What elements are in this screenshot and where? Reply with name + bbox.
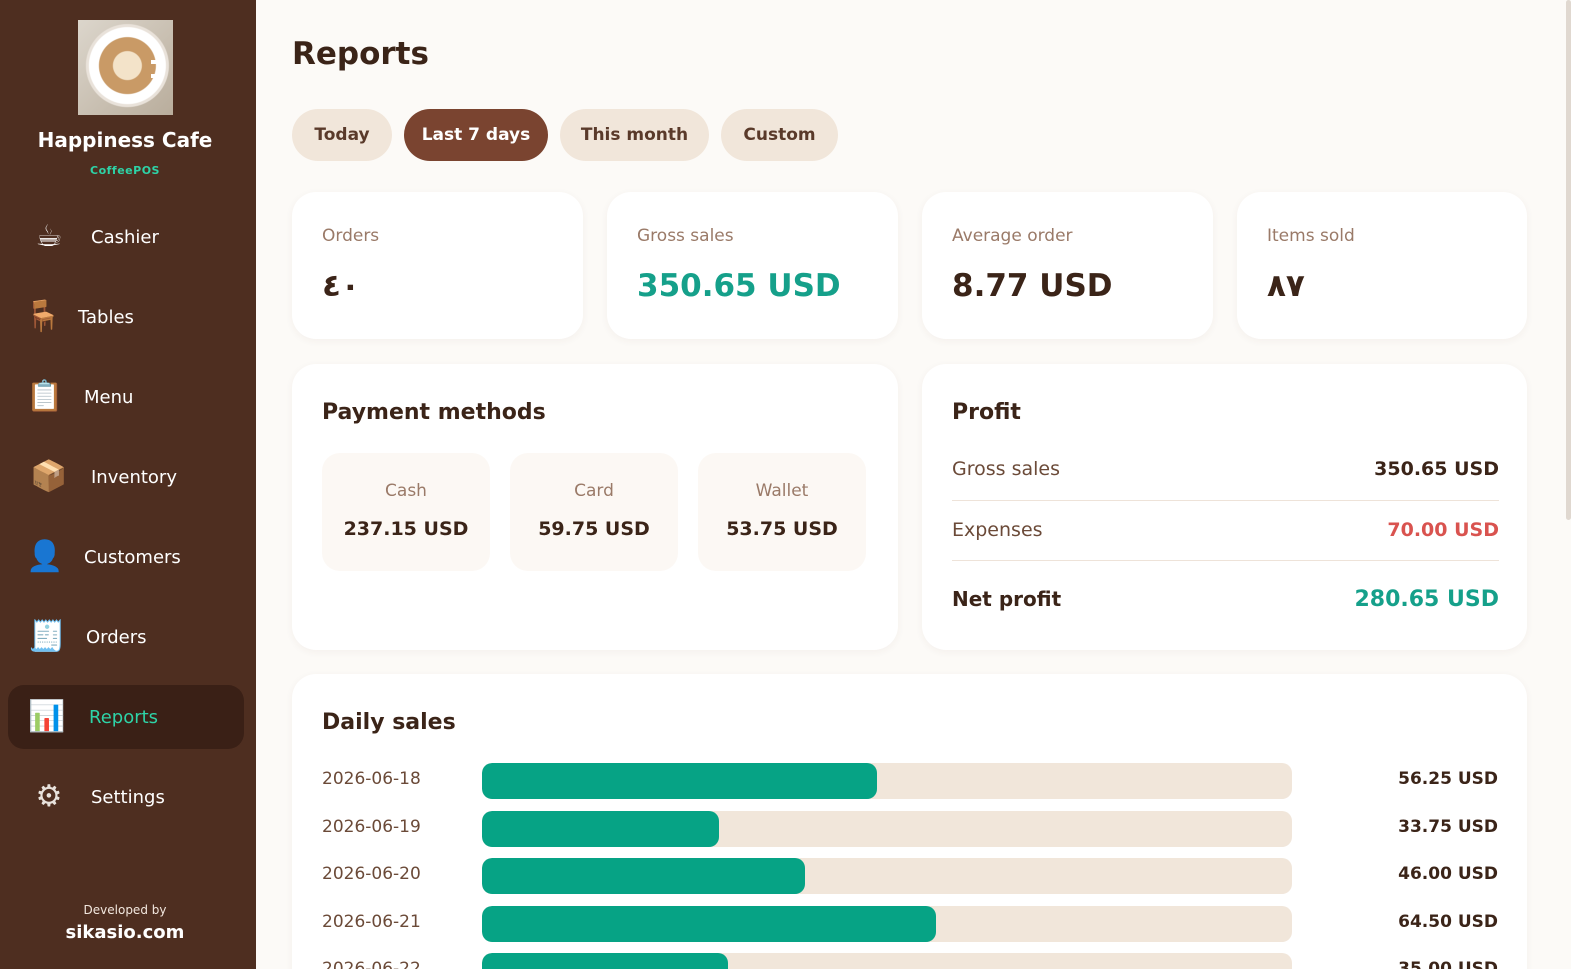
stat-card-gross-sales: Gross sales 350.65 USD <box>607 192 898 339</box>
sidebar-item-label: Menu <box>84 386 134 408</box>
receipt-icon: 🧾 <box>28 619 66 654</box>
sidebar: Happiness Cafe CoffeePOS ☕ Cashier 🪑 Tab… <box>0 0 256 969</box>
daily-bar-track <box>482 858 1292 894</box>
sidebar-item-reports[interactable]: 📊 Reports <box>8 685 244 749</box>
filter-today-button[interactable]: Today <box>292 109 392 161</box>
stat-label: Average order <box>952 226 1073 246</box>
stat-card-orders: Orders ٤٠ <box>292 192 583 339</box>
daily-amount: 33.75 USD <box>1398 816 1498 837</box>
payment-card: Card 59.75 USD <box>510 453 678 571</box>
stat-label: Orders <box>322 226 380 246</box>
sidebar-item-settings[interactable]: ⚙ Settings <box>8 765 244 829</box>
daily-sales-row: 2026-06-21 64.50 USD <box>322 905 1498 942</box>
daily-sales-card: Daily sales 2026-06-18 56.25 USD 2026-06-1… <box>292 674 1527 969</box>
payment-value: 53.75 USD <box>726 518 838 540</box>
stat-card-items-sold: Items sold ٨٧ <box>1237 192 1527 339</box>
sidebar-item-label: Reports <box>89 706 159 728</box>
profit-label: Expenses <box>952 519 1043 541</box>
developed-by-label: Developed by <box>83 903 167 917</box>
stat-value: ٤٠ <box>322 268 360 304</box>
daily-date: 2026-06-20 <box>322 864 421 884</box>
daily-bar-track <box>482 905 1292 942</box>
sidebar-item-label: Inventory <box>91 466 177 488</box>
divider <box>952 500 1499 501</box>
gear-icon: ⚙ <box>35 779 63 814</box>
stat-value: 8.77 USD <box>952 268 1113 304</box>
divider <box>952 560 1499 561</box>
payment-wallet: Wallet 53.75 USD <box>698 453 866 571</box>
section-title: Daily sales <box>322 710 456 735</box>
daily-amount: 46.00 USD <box>1398 864 1498 884</box>
profit-row-gross-sales: Gross sales 350.65 USD <box>952 450 1499 490</box>
clipboard-icon: 📋 <box>26 379 64 414</box>
sidebar-item-label: Customers <box>84 546 181 568</box>
daily-bar-fill <box>482 763 878 799</box>
chair-icon: 🪑 <box>24 299 62 334</box>
bar-chart-icon: 📊 <box>28 699 66 734</box>
daily-date: 2026-06-22 <box>322 959 421 969</box>
sidebar-item-orders[interactable]: 🧾 Orders <box>8 605 244 669</box>
cafe-logo <box>78 20 173 115</box>
stat-value: 350.65 USD <box>637 268 841 304</box>
daily-bar-fill <box>482 810 720 847</box>
section-title: Payment methods <box>322 400 546 425</box>
profit-label: Net profit <box>952 587 1062 611</box>
filter-last-7-days-button[interactable]: Last 7 days <box>404 109 548 161</box>
daily-amount: 64.50 USD <box>1398 911 1498 932</box>
profit-card: Profit Gross sales 350.65 USD Expenses 7… <box>922 364 1527 650</box>
profit-value: 70.00 USD <box>1387 519 1499 541</box>
daily-amount: 35.00 USD <box>1398 959 1498 969</box>
sidebar-item-menu[interactable]: 📋 Menu <box>8 365 244 429</box>
profit-label: Gross sales <box>952 458 1060 480</box>
profit-value: 280.65 USD <box>1354 587 1499 612</box>
daily-date: 2026-06-21 <box>322 911 421 932</box>
payment-label: Cash <box>385 481 427 501</box>
payment-label: Card <box>574 481 614 501</box>
page-title: Reports <box>292 36 429 72</box>
sidebar-item-label: Tables <box>78 306 134 328</box>
page-scrollbar[interactable] <box>1566 0 1571 520</box>
sidebar-item-customers[interactable]: 👤 Customers <box>8 525 244 589</box>
stat-label: Items sold <box>1267 226 1355 246</box>
payment-label: Wallet <box>755 481 809 501</box>
sidebar-item-label: Cashier <box>91 226 159 248</box>
daily-date: 2026-06-19 <box>322 816 421 837</box>
brand-subtitle: CoffeePOS <box>90 164 160 177</box>
user-icon: 👤 <box>26 539 64 574</box>
sidebar-item-cashier[interactable]: ☕ Cashier <box>8 205 244 269</box>
sidebar-item-inventory[interactable]: 📦 Inventory <box>8 445 244 509</box>
daily-date: 2026-06-18 <box>322 769 421 789</box>
daily-amount: 56.25 USD <box>1398 769 1498 789</box>
daily-bar-track <box>482 953 1292 969</box>
daily-sales-row: 2026-06-18 56.25 USD <box>322 763 1498 799</box>
profit-row-expenses: Expenses 70.00 USD <box>952 511 1499 551</box>
payment-value: 237.15 USD <box>343 518 469 540</box>
sidebar-item-tables[interactable]: 🪑 Tables <box>8 285 244 349</box>
profit-row-net-profit: Net profit 280.65 USD <box>952 579 1499 619</box>
stat-label: Gross sales <box>637 226 734 246</box>
daily-sales-row: 2026-06-20 46.00 USD <box>322 858 1498 894</box>
daily-bar-track <box>482 763 1292 799</box>
daily-bar-track <box>482 810 1292 847</box>
filter-this-month-button[interactable]: This month <box>560 109 709 161</box>
daily-sales-row: 2026-06-22 35.00 USD <box>322 953 1498 969</box>
package-icon: 📦 <box>30 459 68 494</box>
stat-value: ٨٧ <box>1267 268 1305 304</box>
developer-link[interactable]: sikasio.com <box>0 922 250 943</box>
daily-sales-row: 2026-06-19 33.75 USD <box>322 810 1498 847</box>
payment-cash: Cash 237.15 USD <box>322 453 490 571</box>
coffee-cup-icon: ☕ <box>35 219 63 254</box>
daily-bar-fill <box>482 953 729 969</box>
section-title: Profit <box>952 400 1021 425</box>
daily-bar-fill <box>482 858 806 894</box>
payment-value: 59.75 USD <box>538 518 650 540</box>
brand-name: Happiness Cafe <box>37 128 213 152</box>
profit-value: 350.65 USD <box>1374 458 1499 480</box>
stat-card-average-order: Average order 8.77 USD <box>922 192 1213 339</box>
sidebar-item-label: Orders <box>86 626 147 648</box>
payment-methods-card: Payment methods Cash 237.15 USD Card 59.… <box>292 364 898 650</box>
filter-custom-button[interactable]: Custom <box>721 109 838 161</box>
daily-bar-fill <box>482 905 936 942</box>
sidebar-item-label: Settings <box>91 786 165 808</box>
